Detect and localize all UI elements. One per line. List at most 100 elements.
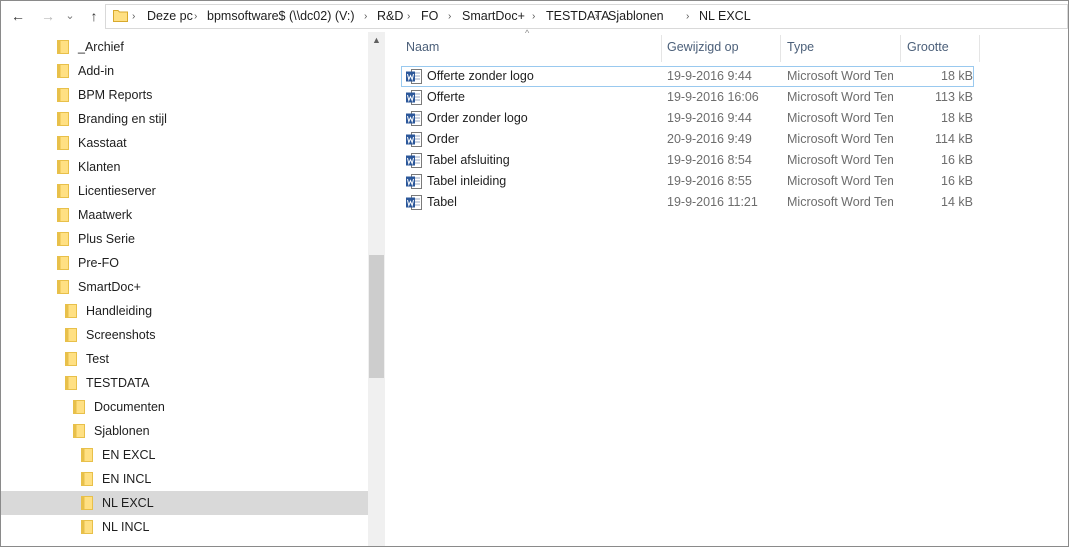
tree-item[interactable]: NL INCL bbox=[1, 515, 368, 539]
breadcrumb-separator[interactable]: › bbox=[407, 5, 410, 28]
file-type: Microsoft Word Template bbox=[787, 132, 893, 146]
file-name: Tabel bbox=[427, 195, 457, 209]
file-row[interactable]: Tabel inleiding 19-9-2016 8:55 Microsoft W… bbox=[401, 171, 974, 192]
recent-locations-button[interactable]: ⌄ bbox=[63, 7, 77, 25]
back-button[interactable]: ← bbox=[9, 7, 27, 25]
tree-item[interactable]: Maatwerk bbox=[1, 203, 368, 227]
column-divider[interactable] bbox=[979, 35, 980, 62]
column-header-name[interactable]: Naam bbox=[406, 32, 439, 62]
breadcrumb-separator[interactable]: › bbox=[595, 5, 598, 28]
tree-item[interactable]: Plus Serie bbox=[1, 227, 368, 251]
tree-item-label: _Archief bbox=[78, 40, 124, 54]
folder-icon bbox=[57, 280, 69, 294]
folder-icon bbox=[73, 400, 85, 414]
file-modified-date: 19-9-2016 8:55 bbox=[667, 174, 752, 188]
file-type: Microsoft Word Template bbox=[787, 174, 893, 188]
tree-item[interactable]: Licentieserver bbox=[1, 179, 368, 203]
file-type: Microsoft Word Template bbox=[787, 111, 893, 125]
tree-item-label: SmartDoc+ bbox=[78, 280, 141, 294]
breadcrumb-item[interactable]: NL EXCL bbox=[699, 5, 751, 28]
breadcrumb-separator[interactable]: › bbox=[686, 5, 689, 28]
file-row[interactable]: Offerte zonder logo 19-9-2016 9:44 Microso… bbox=[401, 66, 974, 87]
file-type: Microsoft Word Template bbox=[787, 90, 893, 104]
breadcrumb-separator[interactable]: › bbox=[194, 5, 197, 28]
file-row[interactable]: Tabel 19-9-2016 11:21 Microsoft Word Templ… bbox=[401, 192, 974, 213]
scrollbar-thumb[interactable] bbox=[369, 255, 384, 378]
breadcrumb-item[interactable]: R&D bbox=[377, 5, 403, 28]
file-size: 18 kB bbox=[941, 111, 973, 125]
nav-scrollbar[interactable]: ▲ bbox=[368, 32, 385, 546]
up-button[interactable]: ↑ bbox=[85, 7, 103, 25]
folder-icon bbox=[81, 472, 93, 486]
tree-item[interactable]: Branding en stijl bbox=[1, 107, 368, 131]
tree-item[interactable]: BPM Reports bbox=[1, 83, 368, 107]
tree-item[interactable]: SmartDoc+ bbox=[1, 275, 368, 299]
column-header-size-label: Grootte bbox=[907, 40, 949, 54]
file-row[interactable]: Order zonder logo 19-9-2016 9:44 Microsoft… bbox=[401, 108, 974, 129]
word-template-icon bbox=[406, 90, 422, 105]
tree-item[interactable]: Handleiding bbox=[1, 299, 368, 323]
folder-icon bbox=[81, 520, 93, 534]
file-name: Offerte bbox=[427, 90, 465, 104]
breadcrumb-separator[interactable]: › bbox=[132, 5, 135, 28]
tree-item[interactable]: Kasstaat bbox=[1, 131, 368, 155]
folder-icon bbox=[57, 40, 69, 54]
tree-item[interactable]: Pre-FO bbox=[1, 251, 368, 275]
file-modified-date: 20-9-2016 9:49 bbox=[667, 132, 752, 146]
column-divider[interactable] bbox=[780, 35, 781, 62]
breadcrumb-separator[interactable]: › bbox=[364, 5, 367, 28]
tree-item-label: Add-in bbox=[78, 64, 115, 78]
tree-item-label: Documenten bbox=[94, 400, 165, 414]
tree-item-label: TESTDATA bbox=[86, 376, 150, 390]
tree-item-label: Sjablonen bbox=[94, 424, 150, 438]
breadcrumb-item[interactable]: Deze pc bbox=[147, 5, 193, 28]
file-size: 18 kB bbox=[941, 69, 973, 83]
tree-item[interactable]: Klanten bbox=[1, 155, 368, 179]
file-row[interactable]: Order 20-9-2016 9:49 Microsoft Word Templa… bbox=[401, 129, 974, 150]
file-name: Offerte zonder logo bbox=[427, 69, 534, 83]
file-size: 113 kB bbox=[935, 90, 973, 104]
tree-item[interactable]: Sjablonen bbox=[1, 419, 368, 443]
tree-item[interactable]: _Archief bbox=[1, 35, 368, 59]
tree-item[interactable]: Test bbox=[1, 347, 368, 371]
folder-icon bbox=[57, 64, 69, 78]
folder-icon bbox=[81, 448, 93, 462]
tree-item-label: NL EXCL bbox=[102, 496, 154, 510]
folder-icon bbox=[57, 88, 69, 102]
breadcrumb-item[interactable]: SmartDoc+ bbox=[462, 5, 525, 28]
breadcrumb-item[interactable]: FO bbox=[421, 5, 438, 28]
file-row[interactable]: Offerte 19-9-2016 16:06 Microsoft Word Tem… bbox=[401, 87, 974, 108]
tree-item-label: Screenshots bbox=[86, 328, 156, 342]
tree-item-label: Test bbox=[86, 352, 109, 366]
column-header-date[interactable]: Gewijzigd op bbox=[667, 32, 739, 62]
tree-item-label: Klanten bbox=[78, 160, 121, 174]
column-header-type[interactable]: Type bbox=[787, 32, 814, 62]
tree-item-label: BPM Reports bbox=[78, 88, 153, 102]
tree-item[interactable]: NL EXCL bbox=[1, 491, 368, 515]
folder-icon bbox=[113, 10, 128, 22]
breadcrumb-item[interactable]: Sjablonen bbox=[608, 5, 664, 28]
tree-item[interactable]: TESTDATA bbox=[1, 371, 368, 395]
scroll-up-icon[interactable]: ▲ bbox=[368, 32, 385, 49]
tree-item[interactable]: Screenshots bbox=[1, 323, 368, 347]
breadcrumb-separator[interactable]: › bbox=[448, 5, 451, 28]
column-divider[interactable] bbox=[661, 35, 662, 62]
column-divider[interactable] bbox=[900, 35, 901, 62]
sort-ascending-icon: ^ bbox=[525, 28, 530, 38]
address-bar[interactable]: › Deze pc › bpmsoftware$ (\\dc02) (V:) › R&D ›… bbox=[105, 4, 1068, 29]
breadcrumb-separator[interactable]: › bbox=[532, 5, 535, 28]
breadcrumb-item[interactable]: TESTDATA bbox=[546, 5, 609, 28]
file-size: 16 kB bbox=[941, 153, 973, 167]
tree-item-label: Licentieserver bbox=[78, 184, 156, 198]
file-row[interactable]: Tabel afsluiting 19-9-2016 8:54 Microsoft … bbox=[401, 150, 974, 171]
forward-button[interactable]: → bbox=[39, 7, 57, 25]
word-template-icon bbox=[406, 174, 422, 189]
tree-item[interactable]: Documenten bbox=[1, 395, 368, 419]
tree-item-label: Maatwerk bbox=[78, 208, 133, 222]
tree-item-label: Pre-FO bbox=[78, 256, 119, 270]
tree-item[interactable]: Add-in bbox=[1, 59, 368, 83]
column-header-size[interactable]: Grootte bbox=[907, 32, 949, 62]
tree-item[interactable]: EN EXCL bbox=[1, 443, 368, 467]
breadcrumb-item[interactable]: bpmsoftware$ (\\dc02) (V:) bbox=[207, 5, 355, 28]
tree-item[interactable]: EN INCL bbox=[1, 467, 368, 491]
